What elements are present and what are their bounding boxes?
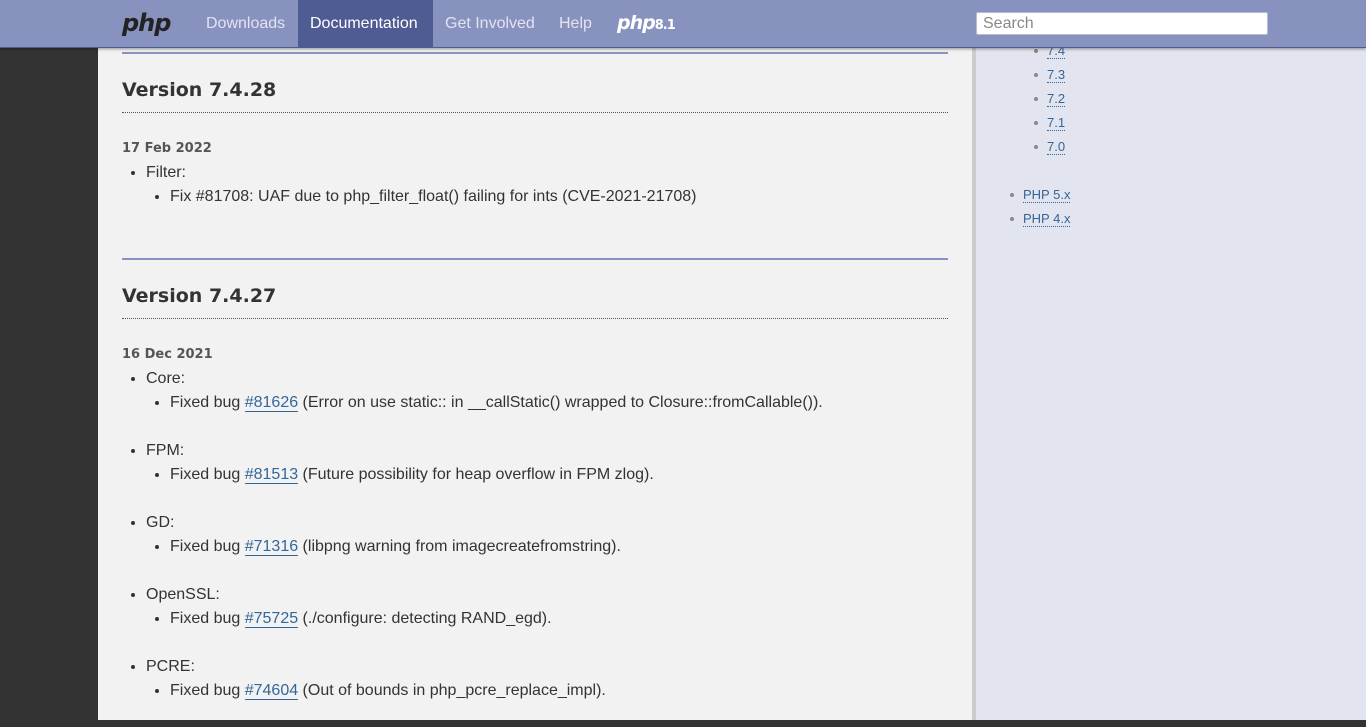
nav-get-involved[interactable]: Get Involved bbox=[433, 0, 547, 47]
section-name: PCRE: bbox=[146, 658, 195, 675]
fix-prefix: Fixed bug bbox=[170, 466, 245, 483]
sidebar-item-7-3: 7.3 bbox=[1033, 63, 1066, 87]
heading-underline bbox=[122, 112, 948, 113]
version-heading: Version 7.4.27 bbox=[122, 285, 277, 307]
section-name: OpenSSL: bbox=[146, 586, 220, 603]
section-item: Core: Fixed bug #81626 (Error on use sta… bbox=[146, 367, 823, 415]
fix-prefix: Fixed bug bbox=[170, 610, 245, 627]
fix-prefix: Fixed bug bbox=[170, 682, 245, 699]
section-name: GD: bbox=[146, 514, 175, 531]
php8-logo-text: php bbox=[617, 12, 656, 34]
section-divider bbox=[122, 52, 948, 54]
release-date: 16 Dec 2021 bbox=[122, 347, 213, 362]
section-item: GD: Fixed bug #71316 (libpng warning fro… bbox=[146, 511, 823, 559]
fix-list: Fixed bug #81513 (Future possibility for… bbox=[146, 463, 823, 487]
fix-item: Fixed bug #71316 (libpng warning from im… bbox=[170, 535, 823, 559]
fix-list: Fixed bug #81626 (Error on use static:: … bbox=[146, 391, 823, 415]
fix-text: (Future possibility for heap overflow in… bbox=[298, 466, 654, 483]
fix-text: Fix #81708: UAF due to php_filter_float(… bbox=[170, 188, 697, 205]
sidebar-subversion-list: 7.4 7.3 7.2 7.1 7.0 bbox=[1033, 39, 1066, 159]
section-name: Filter: bbox=[146, 164, 186, 181]
sidebar-link[interactable]: 7.3 bbox=[1047, 67, 1066, 83]
fix-prefix: Fixed bug bbox=[170, 394, 245, 411]
sidebar-item-7-2: 7.2 bbox=[1033, 87, 1066, 111]
version-heading: Version 7.4.28 bbox=[122, 79, 277, 101]
php8-logo-version: 8.1 bbox=[654, 18, 676, 33]
php-logo[interactable]: php bbox=[122, 9, 171, 37]
fix-list: Fixed bug #74604 (Out of bounds in php_p… bbox=[146, 679, 823, 703]
sidebar-link[interactable]: PHP 4.x bbox=[1023, 211, 1071, 227]
fix-text: (Error on use static:: in __callStatic()… bbox=[298, 394, 823, 411]
sidebar-link[interactable]: 7.2 bbox=[1047, 91, 1066, 107]
section-item: PCRE: Fixed bug #74604 (Out of bounds in… bbox=[146, 655, 823, 703]
nav-downloads[interactable]: Downloads bbox=[194, 0, 297, 47]
fix-list: Fixed bug #75725 (./configure: detecting… bbox=[146, 607, 823, 631]
fix-text: (Out of bounds in php_pcre_replace_impl)… bbox=[298, 682, 606, 699]
fix-item: Fixed bug #75725 (./configure: detecting… bbox=[170, 607, 823, 631]
release-entries: Filter: Fix #81708: UAF due to php_filte… bbox=[122, 161, 697, 233]
section-divider bbox=[122, 258, 948, 260]
bug-link[interactable]: #81513 bbox=[244, 466, 299, 484]
sidebar: 7.4 7.3 7.2 7.1 7.0 PHP 5.x PHP 4.x bbox=[976, 0, 1366, 720]
sidebar-item-7-1: 7.1 bbox=[1033, 111, 1066, 135]
fix-item: Fix #81708: UAF due to php_filter_float(… bbox=[170, 185, 697, 209]
php8-promo-logo[interactable]: php8.1 bbox=[617, 12, 676, 34]
bug-link[interactable]: #81626 bbox=[244, 394, 299, 412]
bug-link[interactable]: #74604 bbox=[244, 682, 299, 700]
fix-item: Fixed bug #81626 (Error on use static:: … bbox=[170, 391, 823, 415]
sidebar-link[interactable]: 7.1 bbox=[1047, 115, 1066, 131]
fix-text: (libpng warning from imagecreatefromstri… bbox=[298, 538, 621, 555]
section-name: Core: bbox=[146, 370, 186, 387]
search-input[interactable] bbox=[976, 12, 1268, 35]
sidebar-item-7-0: 7.0 bbox=[1033, 135, 1066, 159]
section-item: Filter: Fix #81708: UAF due to php_filte… bbox=[146, 161, 697, 209]
fix-text: (./configure: detecting RAND_egd). bbox=[298, 610, 552, 627]
heading-underline bbox=[122, 318, 948, 319]
nav-help[interactable]: Help bbox=[547, 0, 604, 47]
fix-list: Fixed bug #71316 (libpng warning from im… bbox=[146, 535, 823, 559]
section-name: FPM: bbox=[146, 442, 185, 459]
sidebar-item-php4: PHP 4.x bbox=[1009, 207, 1071, 231]
fix-item: Fixed bug #81513 (Future possibility for… bbox=[170, 463, 823, 487]
changelog-content: Version 7.4.28 17 Feb 2022 Filter: Fix #… bbox=[98, 0, 972, 720]
bug-link[interactable]: #75725 bbox=[244, 610, 299, 628]
top-nav: php Downloads Documentation Get Involved… bbox=[0, 0, 1366, 48]
sidebar-link[interactable]: 7.0 bbox=[1047, 139, 1066, 155]
release-date: 17 Feb 2022 bbox=[122, 141, 212, 156]
sidebar-major-list: PHP 5.x PHP 4.x bbox=[1009, 183, 1071, 231]
sidebar-link[interactable]: PHP 5.x bbox=[1023, 187, 1071, 203]
fix-item: Fixed bug #74604 (Out of bounds in php_p… bbox=[170, 679, 823, 703]
sidebar-item-php5: PHP 5.x bbox=[1009, 183, 1071, 207]
fix-prefix: Fixed bug bbox=[170, 538, 245, 555]
bug-link[interactable]: #71316 bbox=[244, 538, 299, 556]
section-item: OpenSSL: Fixed bug #75725 (./configure: … bbox=[146, 583, 823, 631]
nav-documentation[interactable]: Documentation bbox=[298, 0, 433, 47]
section-item: FPM: Fixed bug #81513 (Future possibilit… bbox=[146, 439, 823, 487]
fix-list: Fix #81708: UAF due to php_filter_float(… bbox=[146, 185, 697, 209]
release-entries: Core: Fixed bug #81626 (Error on use sta… bbox=[122, 367, 823, 727]
